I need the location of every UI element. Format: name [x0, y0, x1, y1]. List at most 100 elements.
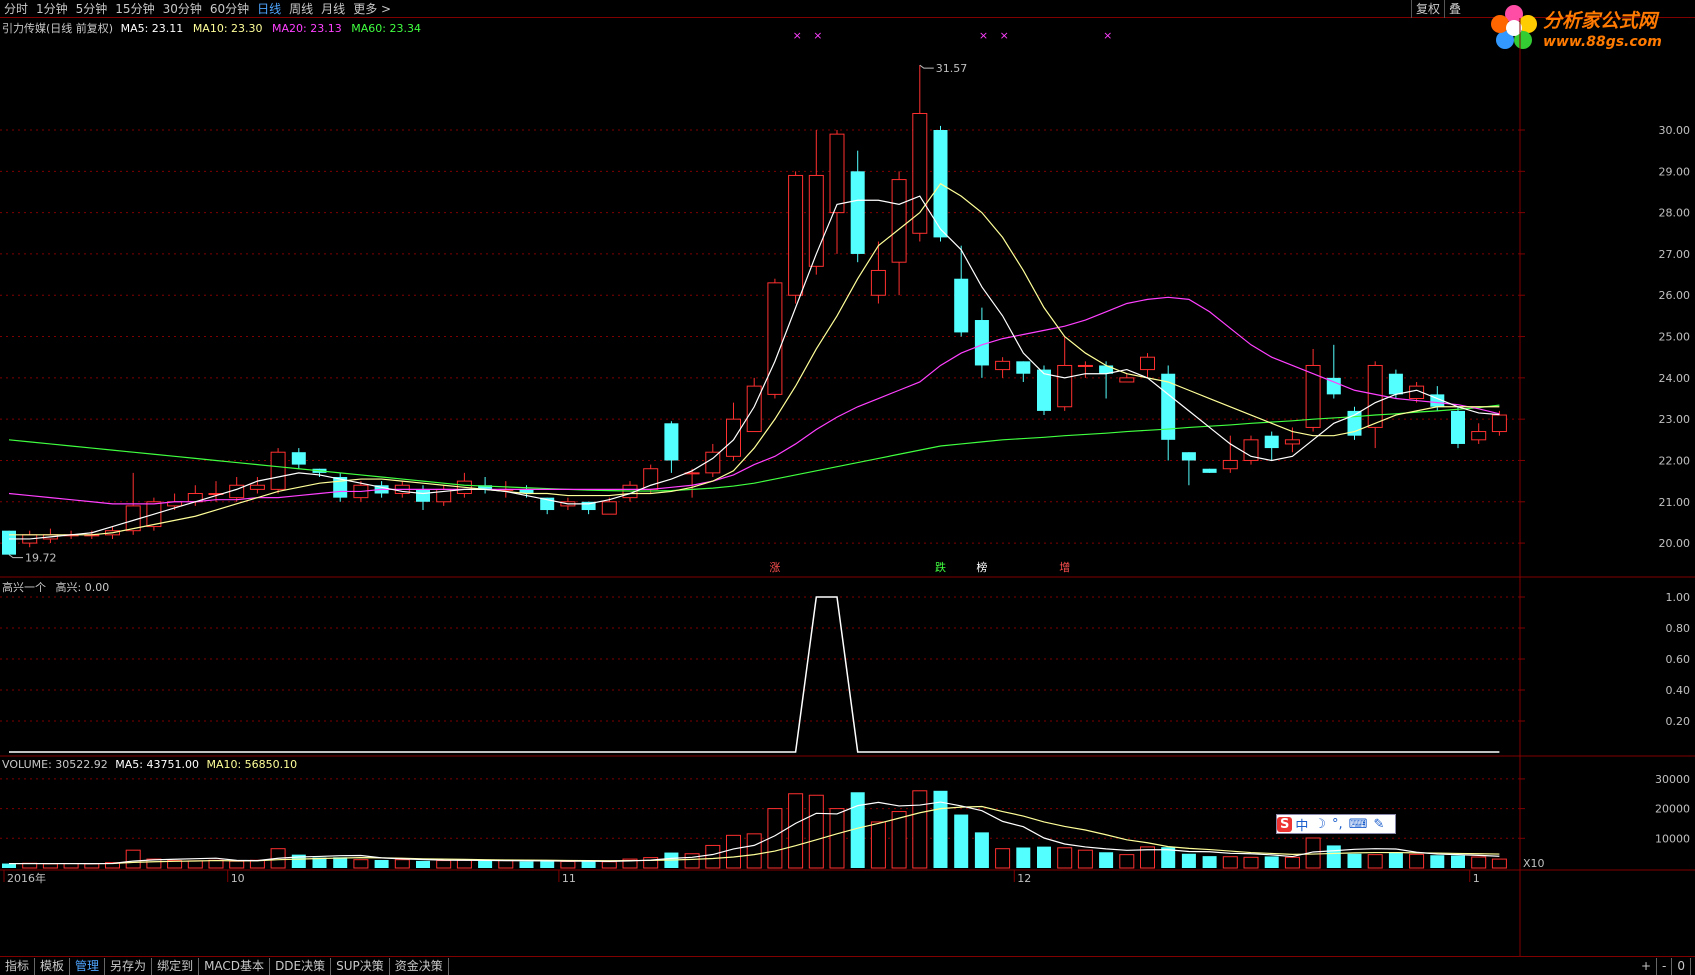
indicator-tick-label: 0.40	[1666, 684, 1691, 697]
volume-bar-up	[125, 849, 141, 869]
candle-body-up	[1491, 414, 1507, 433]
candle-body-up	[1140, 356, 1155, 371]
candle-body-up	[726, 418, 741, 457]
zoom-btn-1[interactable]: -	[1657, 957, 1673, 975]
volume-bar-up	[684, 853, 700, 869]
x-axis-label: 10	[231, 872, 245, 885]
candle-body-up	[1057, 364, 1073, 408]
zoom-btn-0[interactable]: +	[1636, 957, 1658, 975]
volume-bar-down	[519, 861, 534, 868]
price-tick-label: 30.00	[1659, 124, 1691, 137]
bottom-tab-6[interactable]: DDE决策	[270, 957, 332, 975]
price-tick-label: 20.00	[1659, 537, 1691, 550]
volume-bar-down	[1016, 847, 1031, 868]
candle-body-down	[1202, 468, 1217, 473]
candle-body-up	[270, 451, 286, 490]
volume-bar-up	[1367, 854, 1383, 869]
volume-bar-up	[1222, 856, 1238, 869]
volume-bar-down	[954, 814, 969, 868]
price-tick-label: 23.00	[1659, 413, 1691, 426]
volume-bar-up	[208, 859, 224, 869]
volume-bar-up	[498, 860, 514, 869]
volume-bar-up	[601, 861, 617, 869]
volume-bar-up	[560, 860, 576, 869]
indicator-line	[9, 596, 1500, 753]
keyboard-icon[interactable]: ⌨	[1346, 817, 1371, 832]
x-axis-label: 2016年	[7, 871, 46, 885]
bottom-tab-5[interactable]: MACD基本	[199, 957, 271, 975]
event-marker: 涨	[769, 561, 780, 574]
candle-body-down	[1264, 435, 1279, 449]
volume-bar-up	[63, 863, 79, 869]
candle-body-up	[249, 484, 265, 490]
volume-bar-up	[353, 859, 369, 869]
volume-bar-up	[1119, 854, 1135, 869]
volume-bar-down	[2, 863, 16, 868]
candle-body-up	[767, 282, 783, 395]
candle-body-up	[870, 269, 886, 296]
price-tick-label: 21.00	[1659, 496, 1691, 509]
bottom-tab-2[interactable]: 管理	[70, 957, 106, 975]
candle-body-up	[829, 133, 845, 214]
low-pointer	[8, 554, 23, 559]
volume-bar-up	[912, 790, 928, 869]
ime-toolbar[interactable]: S 中 ☽ °, ⌨ ✎	[1276, 814, 1396, 834]
punctuation-icon[interactable]: °,	[1329, 817, 1346, 832]
bottom-tab-0[interactable]: 指标	[0, 957, 36, 975]
kline-chart[interactable]: 20.00 21.00 22.00 23.00 24.00 25.00 26.00 27.00…	[0, 0, 1695, 956]
stock-chart-window: 分时 1分钟 5分钟 15分钟 30分钟 60分钟 日线 周线 月线 更多 > 复权叠 分析家公式网…	[0, 0, 1695, 975]
price-tick-label: 28.00	[1659, 207, 1691, 220]
volume-bar-down	[581, 860, 596, 868]
bottom-tab-4[interactable]: 绑定到	[152, 957, 200, 975]
candle-body-down	[850, 171, 865, 254]
bottom-tab-1[interactable]: 模板	[35, 957, 71, 975]
bottom-tab-8[interactable]: 资金决策	[390, 957, 449, 975]
candle-body-up	[1471, 431, 1487, 441]
volume-bar-up	[726, 834, 741, 869]
volume-bar-up	[1491, 858, 1507, 869]
volume-unit-label: X10	[1523, 857, 1545, 870]
x-axis-label: 12	[1017, 872, 1031, 885]
volume-bar-down	[1388, 852, 1403, 868]
price-tick-label: 24.00	[1659, 372, 1691, 385]
volume-bar-down	[1326, 845, 1341, 868]
volume-tick-label: 20000	[1655, 803, 1690, 816]
candle-body-down	[291, 452, 306, 465]
x-axis-label: 11	[562, 872, 576, 885]
bottom-toolbar: 指标 模板 管理 另存为 绑定到 MACD基本 DDE决策 SUP决策 资金决策 + -0	[0, 956, 1695, 975]
sogou-icon[interactable]: S	[1277, 816, 1293, 832]
volume-bar-down	[1202, 856, 1217, 868]
event-marker: 跌	[935, 560, 946, 574]
indicator-tick-label: 0.80	[1666, 622, 1691, 635]
volume-bar-up	[808, 794, 824, 869]
candle-body-down	[1388, 373, 1403, 395]
x-axis-label: 1	[1473, 872, 1480, 885]
moon-icon[interactable]: ☽	[1311, 817, 1329, 832]
volume-bar-down	[333, 857, 348, 868]
zoom-controls: + -0	[1636, 957, 1691, 975]
volume-bar-up	[436, 860, 452, 869]
volume-bar-up	[870, 821, 886, 869]
candle-body-down	[1451, 410, 1465, 444]
signal-marker: ×	[1000, 29, 1009, 42]
candle-body-down	[1181, 452, 1196, 461]
volume-bar-down	[540, 861, 555, 868]
volume-bar-up	[891, 811, 907, 869]
volume-bar-up	[249, 859, 265, 869]
bottom-tab-3[interactable]: 另存为	[105, 957, 153, 975]
volume-bar-up	[1077, 849, 1093, 869]
volume-bar-up	[1057, 847, 1073, 869]
price-tick-label: 25.00	[1659, 331, 1691, 344]
candle-body-up	[912, 112, 928, 234]
wrench-icon[interactable]: ✎	[1370, 817, 1387, 832]
price-tick-label: 26.00	[1659, 289, 1691, 302]
indicator-tick-label: 0.20	[1666, 715, 1691, 728]
bottom-tab-7[interactable]: SUP决策	[331, 957, 390, 975]
zoom-btn-2[interactable]: 0	[1672, 957, 1691, 975]
volume-bar-up	[995, 848, 1011, 869]
ime-chinese-mode[interactable]: 中	[1292, 815, 1311, 834]
volume-bar-up	[746, 833, 762, 869]
candle-body-up	[788, 174, 804, 296]
volume-bar-up	[788, 793, 804, 869]
candle-body-down	[664, 423, 679, 461]
